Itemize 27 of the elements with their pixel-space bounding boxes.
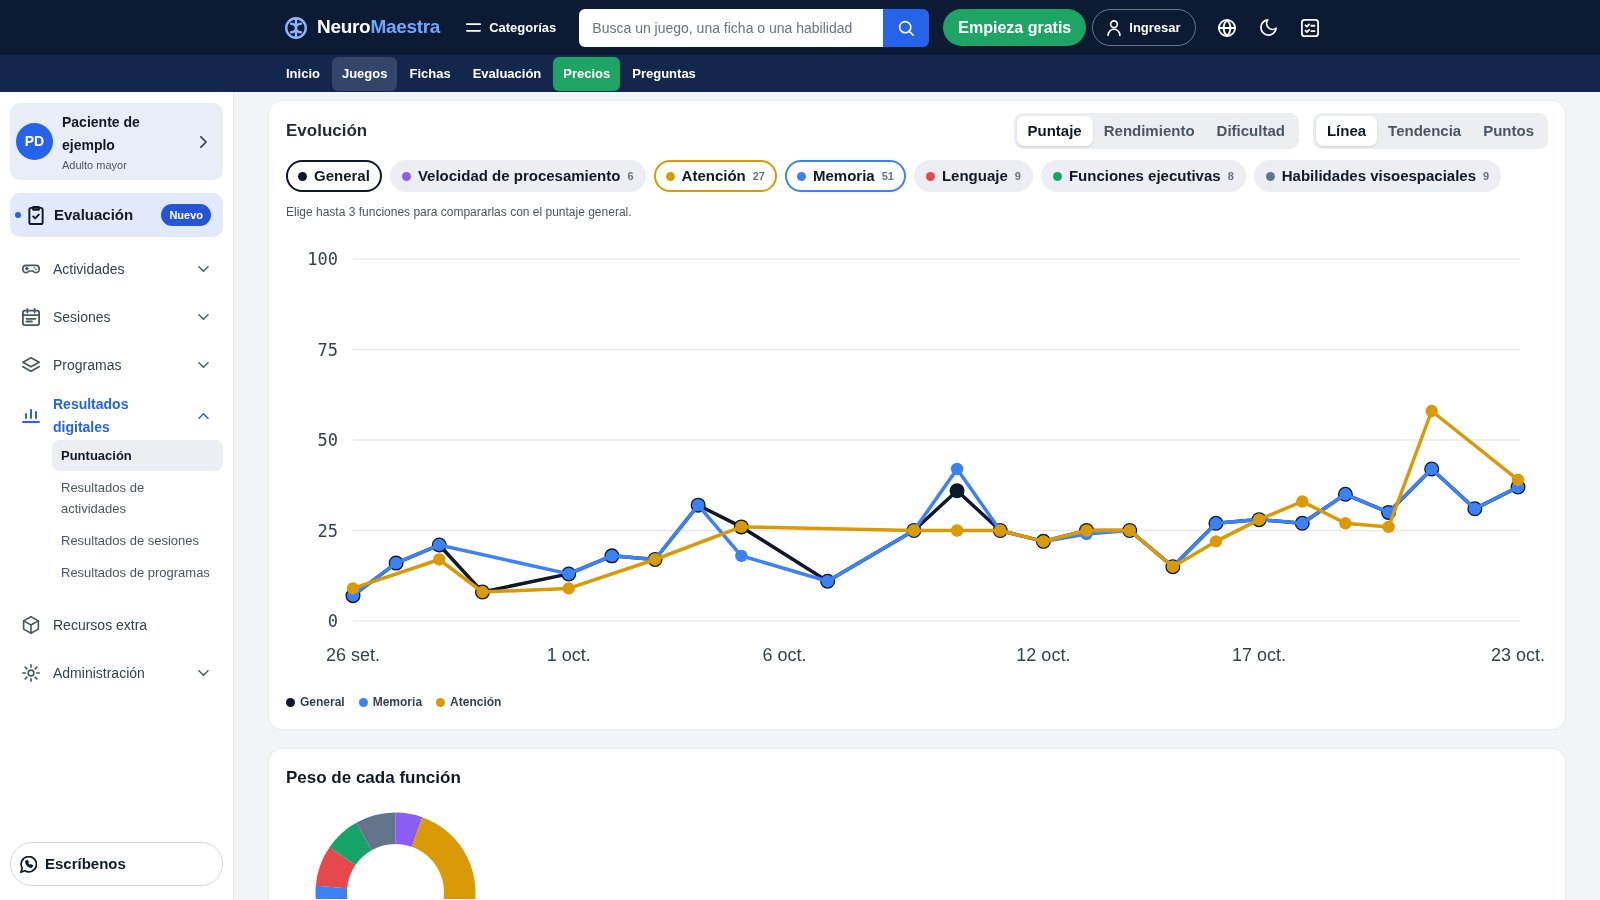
patient-group: Adulto mayor [62,156,127,173]
axis-label: 0 [327,611,338,631]
axis-label: 75 [317,339,338,360]
axis-label: 100 [307,249,338,269]
patient-name: Paciente de ejemplo [62,112,141,155]
item-count: 51 [881,168,894,184]
card-title: Evolución [286,120,368,143]
axis-label: 25 [317,520,338,541]
item-count: 9 [1483,168,1490,184]
avatar: PD [16,123,53,160]
legend-label: Memoria [372,694,423,711]
card-title: Peso de cada función [286,767,461,789]
hint-text: Elige hasta 3 funciones para compararlas con el puntaje general. [286,204,633,220]
item-count: 27 [752,168,765,184]
badge: Nuevo [161,204,211,226]
legend-label: Atención [450,694,502,711]
axis-label: 6 oct. [762,645,807,665]
item-count: 8 [1227,168,1234,184]
axis-label: 26 set. [326,645,380,665]
item-count: 9 [1014,168,1021,184]
axis-label: 23 oct. [1491,645,1545,665]
axis-label: 1 oct. [546,645,591,665]
item-count: 6 [627,168,634,184]
axis-label: 12 oct. [1016,645,1071,665]
axis-label: 17 oct. [1232,645,1287,665]
axis-label: 50 [317,430,338,450]
legend-label: General [300,694,345,711]
